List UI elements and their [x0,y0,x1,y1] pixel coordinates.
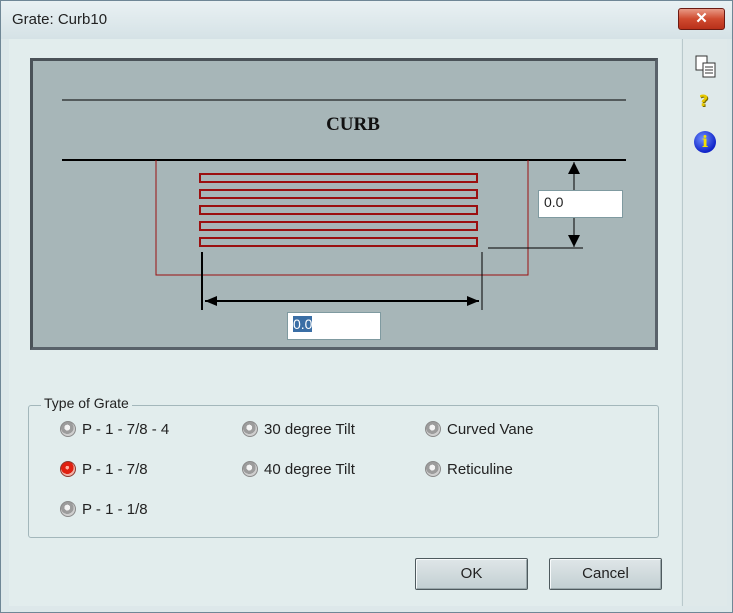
radio-label: Reticuline [447,460,513,478]
arrow-left-icon [205,296,217,306]
grate-bar [199,221,478,231]
radio-label: P - 1 - 7/8 - 4 [82,420,170,438]
ok-button[interactable]: OK [415,558,528,590]
arrow-right-icon [467,296,479,306]
dialog-body: CURB 0.0 0.0 Type of Grate P - 1 - 7/8 -… [9,39,681,606]
radio-checked-icon [60,461,76,477]
height-value: 0.0 [544,194,564,210]
grate-dialog: Grate: Curb10 ✕ CURB 0.0 0.0 Type of Gra… [0,0,733,613]
copy-icon[interactable] [695,55,717,84]
close-button[interactable]: ✕ [678,8,725,30]
radio-p-1-7-8[interactable]: P - 1 - 7/8 [60,459,148,479]
grate-bar [199,189,478,199]
radio-30-degree-tilt[interactable]: 30 degree Tilt [242,419,355,439]
width-value: 0.0 [293,316,313,332]
radio-40-degree-tilt[interactable]: 40 degree Tilt [242,459,355,479]
radio-label: P - 1 - 7/8 [82,460,148,478]
radio-p-1-7-8-4[interactable]: P - 1 - 7/8 - 4 [60,419,169,439]
radio-unchecked-icon [425,421,441,437]
radio-curved-vane[interactable]: Curved Vane [425,419,533,439]
radio-label: P - 1 - 1/8 [82,500,148,518]
height-input[interactable]: 0.0 [538,190,623,218]
grate-bar [199,205,478,215]
radio-label: 40 degree Tilt [264,460,355,478]
grate-type-title: Type of Grate [41,395,132,411]
grate-bar [199,173,478,183]
radio-unchecked-icon [60,421,76,437]
window-title: Grate: Curb10 [12,11,108,28]
radio-unchecked-icon [242,421,258,437]
curb-diagram-panel: CURB 0.0 0.0 [30,58,658,350]
curb-label: CURB [326,114,380,135]
title-bar[interactable]: Grate: Curb10 ✕ [1,1,732,39]
close-icon: ✕ [695,10,708,27]
sidebar: ? i [682,39,727,606]
info-icon[interactable]: i [694,131,716,153]
radio-unchecked-icon [425,461,441,477]
width-input[interactable]: 0.0 [287,312,381,340]
grate-type-group: Type of Grate P - 1 - 7/8 - 4 P - 1 - 7/… [28,395,659,538]
radio-reticuline[interactable]: Reticuline [425,459,513,479]
radio-p-1-1-8[interactable]: P - 1 - 1/8 [60,499,148,519]
radio-label: Curved Vane [447,420,534,438]
radio-label: 30 degree Tilt [264,420,355,438]
help-icon[interactable]: ? [699,91,708,110]
arrow-up-icon [568,162,580,174]
arrow-down-icon [568,235,580,247]
grate-bar [199,237,478,247]
cancel-button[interactable]: Cancel [549,558,662,590]
inlet-outline [155,160,529,276]
radio-unchecked-icon [242,461,258,477]
radio-unchecked-icon [60,501,76,517]
